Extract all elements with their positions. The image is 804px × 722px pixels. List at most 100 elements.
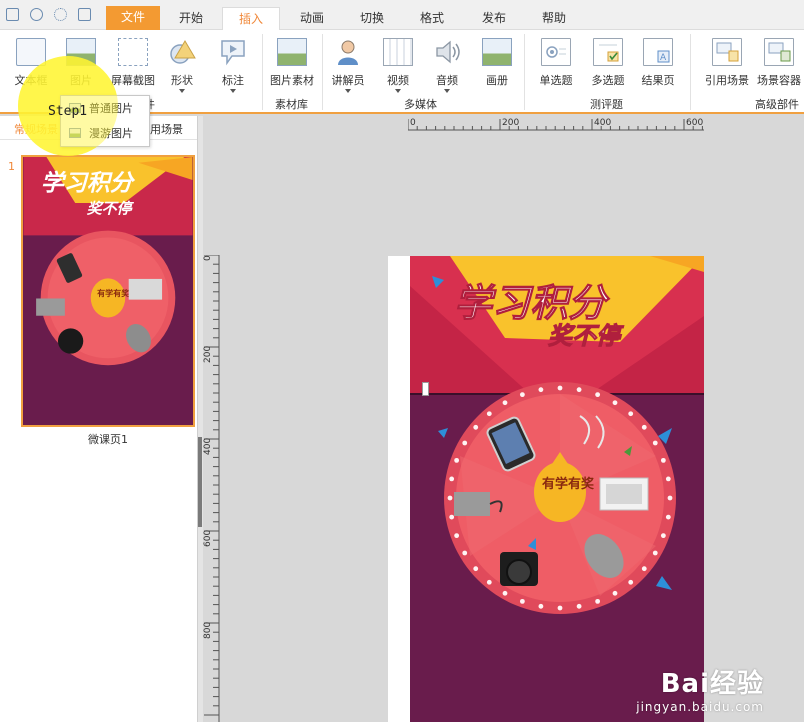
slide-caption: 微课页1 bbox=[88, 433, 128, 446]
tab-home[interactable]: 开始 bbox=[168, 7, 214, 30]
audio-icon bbox=[432, 38, 462, 66]
reference-scene-button[interactable]: 引用场景 bbox=[702, 38, 752, 88]
wheel-rim-dot bbox=[660, 533, 666, 539]
wheel-rim-dot bbox=[538, 387, 544, 393]
album-icon bbox=[482, 38, 512, 66]
group-label-advanced: 高级部件 bbox=[755, 98, 799, 111]
watermark: Bai经验 jingyan.baidu.com bbox=[636, 663, 764, 714]
multi-choice-button[interactable]: 多选题 bbox=[586, 38, 630, 88]
divider bbox=[690, 34, 691, 110]
save-icon[interactable] bbox=[6, 8, 19, 21]
audio-button[interactable]: 音频 bbox=[425, 38, 469, 93]
slide-subtitle: 奖不停 bbox=[548, 322, 624, 350]
menu-bar: 文件 开始 插入 动画 切换 格式 发布 帮助 bbox=[0, 0, 804, 30]
thumb-wheel-center: 有学有奖 bbox=[97, 288, 130, 298]
presenter-label: 讲解员 bbox=[331, 74, 365, 87]
wheel-center-text: 有学有奖 bbox=[542, 476, 595, 492]
wheel-rim-dot bbox=[595, 392, 601, 398]
picture-library-label: 图片素材 bbox=[270, 74, 314, 87]
picture-library-button[interactable]: 图片素材 bbox=[268, 38, 316, 88]
publish-quick-icon[interactable] bbox=[78, 8, 91, 21]
multi-choice-icon bbox=[593, 38, 623, 66]
picture-library-icon bbox=[277, 38, 307, 66]
wheel-rim-dot bbox=[454, 457, 460, 463]
ruler-label: 400 bbox=[594, 118, 611, 128]
slide-thumbnail-art: 学习积分 奖不停 有学有奖 bbox=[23, 157, 193, 425]
ruler-label: 600 bbox=[686, 118, 703, 128]
wheel-rim-dot bbox=[502, 400, 508, 406]
shape-button[interactable]: 形状 bbox=[160, 38, 204, 93]
wheel-rim-dot bbox=[449, 514, 455, 520]
slide-canvas[interactable]: 学习积分 奖不停 有学有奖 bbox=[388, 256, 704, 722]
screenshot-button[interactable]: 屏幕截图 bbox=[111, 38, 155, 88]
wheel-rim-dot bbox=[538, 603, 544, 609]
wheel-rim-dot bbox=[576, 387, 582, 393]
wheel-rim-dot bbox=[628, 579, 634, 585]
thumb-subtitle: 奖不停 bbox=[87, 199, 135, 217]
slide-title: 学习积分 bbox=[454, 281, 610, 325]
wheel-rim-dot bbox=[449, 476, 455, 482]
tab-animation[interactable]: 动画 bbox=[288, 7, 336, 30]
video-button[interactable]: 视频 bbox=[376, 38, 420, 93]
tab-file[interactable]: 文件 bbox=[106, 6, 160, 30]
shape-label: 形状 bbox=[171, 74, 193, 87]
result-page-label: 结果页 bbox=[641, 74, 675, 87]
wheel-rim-dot bbox=[557, 605, 563, 611]
wheel-rim-dot bbox=[502, 590, 508, 596]
wheel-rim-dot bbox=[447, 495, 453, 501]
callout-button[interactable]: 标注 bbox=[211, 38, 255, 93]
preview-icon[interactable] bbox=[30, 8, 43, 21]
multi-choice-label: 多选题 bbox=[591, 74, 625, 87]
slide-panel: 常规场景 用场景 1 学习积分 奖不停 有学有奖 微课页1 bbox=[0, 116, 198, 722]
tab-transition[interactable]: 切换 bbox=[348, 7, 396, 30]
vertical-ruler: 0 200 400 600 800 bbox=[203, 255, 220, 722]
selection-handle[interactable] bbox=[422, 382, 429, 396]
chevron-down-icon bbox=[179, 89, 185, 93]
single-choice-button[interactable]: 单选题 bbox=[534, 38, 578, 88]
scene-container-icon bbox=[764, 38, 794, 66]
wheel-rim-dot bbox=[665, 476, 671, 482]
tab-publish[interactable]: 发布 bbox=[470, 7, 518, 30]
wheel-rim-dot bbox=[519, 598, 525, 604]
scene-container-button[interactable]: 场景容器 bbox=[754, 38, 804, 88]
wheel-rim-dot bbox=[462, 440, 468, 446]
tab-reference-scene[interactable]: 用场景 bbox=[150, 121, 183, 137]
divider bbox=[524, 34, 525, 110]
wheel-rim-dot bbox=[667, 495, 673, 501]
wheel-rim-dot bbox=[473, 424, 479, 430]
album-button[interactable]: 画册 bbox=[475, 38, 519, 88]
group-label-quiz: 测评题 bbox=[590, 98, 623, 111]
settings-icon[interactable] bbox=[54, 8, 67, 21]
tab-help[interactable]: 帮助 bbox=[530, 7, 578, 30]
ruler-label: 0 bbox=[203, 255, 213, 261]
wheel-rim-dot bbox=[652, 550, 658, 556]
wheel-rim-dot bbox=[612, 590, 618, 596]
slide-thumbnail[interactable]: 学习积分 奖不停 有学有奖 bbox=[21, 155, 195, 427]
wheel-rim-dot bbox=[454, 533, 460, 539]
single-choice-label: 单选题 bbox=[539, 74, 573, 87]
watermark-url: jingyan.baidu.com bbox=[636, 700, 764, 714]
wheel-rim-dot bbox=[628, 411, 634, 417]
single-choice-icon bbox=[541, 38, 571, 66]
horizontal-ruler: 0 200 400 600 bbox=[408, 118, 704, 131]
reference-scene-label: 引用场景 bbox=[705, 74, 749, 87]
tab-format[interactable]: 格式 bbox=[408, 7, 456, 30]
chevron-down-icon bbox=[345, 89, 351, 93]
result-page-button[interactable]: A 结果页 bbox=[636, 38, 680, 88]
tab-insert[interactable]: 插入 bbox=[222, 7, 280, 30]
ruler-label: 800 bbox=[203, 622, 213, 639]
presenter-button[interactable]: 讲解员 bbox=[326, 38, 370, 93]
ruler-label: 0 bbox=[410, 118, 416, 128]
group-label-multimedia: 多媒体 bbox=[404, 98, 437, 111]
svg-text:A: A bbox=[660, 53, 667, 63]
wheel-rim-dot bbox=[612, 400, 618, 406]
reference-scene-icon bbox=[712, 38, 742, 66]
step-label: Step1 bbox=[48, 104, 88, 119]
video-icon bbox=[383, 38, 413, 66]
slide-art: 学习积分 奖不停 有学有奖 bbox=[410, 256, 704, 722]
divider bbox=[262, 34, 263, 110]
wheel-rim-dot bbox=[519, 392, 525, 398]
wheel-rim-dot bbox=[557, 385, 563, 391]
textbox-icon bbox=[16, 38, 46, 66]
divider bbox=[322, 34, 323, 110]
